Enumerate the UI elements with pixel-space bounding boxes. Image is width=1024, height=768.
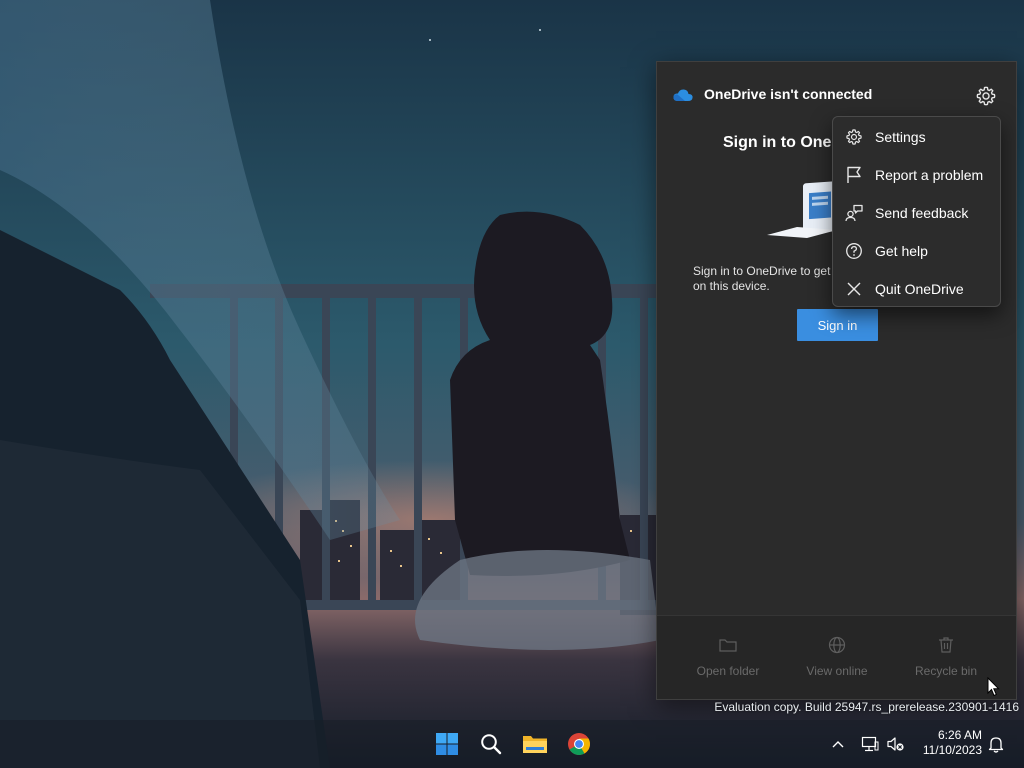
view-online-button[interactable]: View online: [787, 632, 887, 692]
search-icon: [481, 734, 502, 755]
signin-description: Sign in to OneDrive to get on this devic…: [693, 264, 831, 293]
help-settings-menu: Settings Report a problem Send feedback: [832, 116, 1001, 307]
flyout-title: OneDrive isn't connected: [704, 86, 873, 102]
chrome-icon: [568, 733, 590, 755]
start-button[interactable]: [431, 728, 463, 760]
evaluation-watermark: Evaluation copy. Build 25947.rs_prerelea…: [714, 700, 1019, 714]
recycle-bin-button[interactable]: Recycle bin: [896, 632, 996, 692]
network-button[interactable]: [858, 728, 882, 760]
notifications-button[interactable]: [984, 728, 1008, 760]
menu-item-quit-onedrive[interactable]: Quit OneDrive: [833, 270, 1000, 308]
laptop-illustration: [767, 180, 843, 254]
folder-icon: [719, 632, 737, 658]
chrome-button[interactable]: [563, 728, 595, 760]
globe-icon: [828, 632, 846, 658]
recycle-bin-icon: [938, 632, 954, 658]
file-explorer-icon: [523, 736, 547, 753]
show-hidden-icons-button[interactable]: [828, 728, 848, 760]
mouse-cursor-icon: [987, 676, 1000, 701]
menu-label-report-problem: Report a problem: [875, 167, 984, 183]
network-icon: [861, 736, 879, 752]
file-explorer-button[interactable]: [519, 728, 551, 760]
menu-label-get-help: Get help: [875, 243, 928, 259]
volume-button[interactable]: [884, 728, 908, 760]
onedrive-cloud-icon: [673, 87, 693, 106]
taskbar: 6:26 AM 11/10/2023: [0, 720, 1024, 768]
taskbar-clock[interactable]: 6:26 AM 11/10/2023: [912, 728, 982, 760]
menu-item-get-help[interactable]: Get help: [833, 232, 1000, 270]
clock-time: 6:26 AM: [937, 728, 982, 742]
flyout-footer: Open folder View online Recycle bin: [657, 615, 1016, 699]
bell-icon: [988, 736, 1004, 753]
menu-item-report-problem[interactable]: Report a problem: [833, 156, 1000, 194]
close-icon: [845, 280, 863, 298]
clock-date: 11/10/2023: [922, 743, 982, 757]
gear-icon: [976, 86, 996, 106]
flag-icon: [845, 166, 863, 184]
volume-muted-icon: [887, 737, 904, 751]
open-folder-label: Open folder: [696, 664, 760, 678]
recycle-bin-label: Recycle bin: [914, 664, 978, 678]
view-online-label: View online: [806, 664, 868, 678]
gear-icon: [845, 128, 863, 146]
open-folder-button[interactable]: Open folder: [678, 632, 778, 692]
help-icon: [845, 242, 863, 260]
help-settings-button[interactable]: [972, 82, 1000, 110]
menu-item-send-feedback[interactable]: Send feedback: [833, 194, 1000, 232]
signin-heading: Sign in to OneD: [723, 134, 843, 151]
chevron-up-icon: [832, 741, 844, 748]
menu-label-quit-onedrive: Quit OneDrive: [875, 281, 964, 297]
menu-label-settings: Settings: [875, 129, 926, 145]
search-button[interactable]: [475, 728, 507, 760]
menu-label-send-feedback: Send feedback: [875, 205, 969, 221]
feedback-icon: [845, 204, 863, 222]
sign-in-button[interactable]: Sign in: [797, 309, 878, 341]
menu-item-settings[interactable]: Settings: [833, 118, 1000, 156]
windows-start-icon: [436, 733, 458, 755]
